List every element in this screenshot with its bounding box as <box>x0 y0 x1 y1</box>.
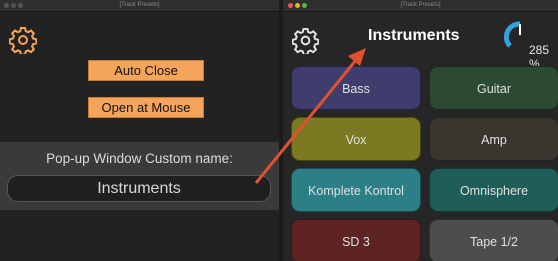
preset-pad[interactable]: Vox <box>291 117 421 161</box>
custom-name-field[interactable]: Instruments <box>7 175 271 202</box>
settings-gear-icon[interactable] <box>9 26 37 54</box>
preset-pad[interactable]: Amp <box>429 117 558 161</box>
window-title: [Track Presets] <box>400 2 441 8</box>
popup-window: [Track Presets] Instruments 285 % Bass Gu… <box>283 0 558 261</box>
open-at-mouse-toggle[interactable]: Open at Mouse <box>88 97 204 118</box>
preset-pad[interactable]: Tape 1/2 <box>429 219 558 261</box>
settings-gear-icon[interactable] <box>292 27 319 54</box>
settings-window: [Track Presets] Auto Close Open at Mouse… <box>0 0 279 261</box>
preset-pad[interactable]: SD 3 <box>291 219 421 261</box>
window-title: [Track Presets] <box>119 2 160 8</box>
preset-pad[interactable]: Omnisphere <box>429 168 558 212</box>
custom-name-panel: Pop-up Window Custom name: Instruments <box>0 142 279 210</box>
title-bar[interactable]: [Track Presets] <box>0 0 279 12</box>
preset-pad[interactable]: Bass <box>291 66 421 110</box>
preset-pad[interactable]: Guitar <box>429 66 558 110</box>
popup-title: Instruments <box>368 27 460 44</box>
custom-name-label: Pop-up Window Custom name: <box>46 151 233 166</box>
auto-close-toggle[interactable]: Auto Close <box>88 60 204 81</box>
preset-pad[interactable]: Komplete Kontrol <box>291 168 421 212</box>
title-bar[interactable]: [Track Presets] <box>283 0 558 12</box>
